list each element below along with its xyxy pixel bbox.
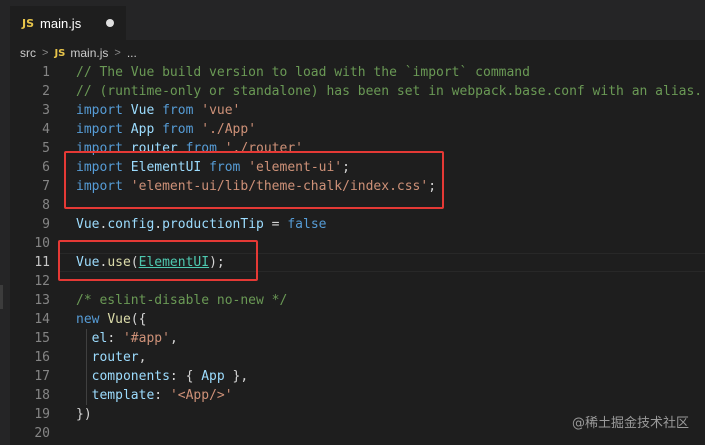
code-line[interactable]: 17 components: { App },	[10, 367, 705, 386]
breadcrumb: src > JS main.js > ...	[20, 44, 137, 62]
code-token: :	[107, 331, 123, 346]
line-number: 13	[34, 293, 50, 308]
code-text: import App from './App'	[76, 120, 256, 139]
line-number: 9	[42, 217, 50, 232]
scroll-marker	[0, 285, 3, 309]
tab-bar: JS main.js	[0, 0, 705, 40]
line-number: 5	[42, 141, 50, 156]
code-token: import	[76, 103, 123, 118]
tab-label: main.js	[40, 15, 82, 31]
line-number: 8	[42, 198, 50, 213]
code-token: // (runtime-only or standalone) has been…	[76, 84, 703, 99]
code-token: from	[162, 103, 194, 118]
code-text: router,	[76, 348, 147, 367]
line-number: 3	[42, 103, 50, 118]
code-token: /* eslint-disable no-new */	[76, 293, 288, 308]
line-number: 1	[42, 65, 50, 80]
breadcrumb-symbols[interactable]: ...	[127, 46, 137, 60]
line-number: 11	[34, 255, 50, 270]
code-line[interactable]: 9 Vue.config.productionTip = false	[10, 215, 705, 234]
code-text: })	[76, 405, 92, 424]
line-number: 19	[34, 407, 50, 422]
line-number: 15	[34, 331, 50, 346]
code-line[interactable]: 1 // The Vue build version to load with t…	[10, 63, 705, 82]
code-token: Vue	[76, 217, 100, 232]
code-token: 'vue'	[201, 103, 241, 118]
breadcrumb-file[interactable]: main.js	[70, 46, 108, 60]
code-text: /* eslint-disable no-new */	[76, 291, 287, 310]
code-token: App	[122, 122, 163, 137]
code-line[interactable]: 18 template: '<App/>'	[10, 386, 705, 405]
code-token: '#app'	[122, 331, 170, 346]
line-number: 20	[34, 426, 50, 441]
breadcrumb-chevron-icon: >	[42, 47, 49, 59]
code-token: ,	[138, 350, 147, 365]
code-token: },	[224, 369, 249, 384]
code-token: import	[76, 122, 123, 137]
code-token: productionTip	[162, 217, 264, 232]
line-number: 4	[42, 122, 50, 137]
code-token: : {	[169, 369, 202, 384]
code-editor[interactable]: 1 // The Vue build version to load with t…	[10, 62, 705, 445]
code-token: false	[287, 217, 327, 232]
code-line[interactable]: 13 /* eslint-disable no-new */	[10, 291, 705, 310]
code-line[interactable]: 2 // (runtime-only or standalone) has bee…	[10, 82, 705, 101]
code-token: })	[76, 407, 92, 422]
code-text: components: { App },	[76, 367, 249, 386]
code-line[interactable]: 4 import App from './App'	[10, 120, 705, 139]
code-text: Vue.config.productionTip = false	[76, 215, 326, 234]
code-token: // The Vue build version to load with th…	[76, 65, 530, 80]
code-token: ,	[169, 331, 178, 346]
code-token: router	[76, 350, 139, 365]
code-text: template: '<App/>'	[76, 386, 233, 405]
annotation-box-vue-use	[58, 240, 258, 281]
code-token: template	[76, 388, 155, 403]
code-token: config	[107, 217, 155, 232]
line-number: 18	[34, 388, 50, 403]
line-number: 2	[42, 84, 50, 99]
code-token: App	[201, 369, 225, 384]
line-number: 16	[34, 350, 50, 365]
annotation-box-imports	[64, 151, 444, 209]
line-number: 12	[34, 274, 50, 289]
code-token: components	[76, 369, 170, 384]
code-token: new	[76, 312, 100, 327]
code-token: Vue	[122, 103, 163, 118]
javascript-file-icon: JS	[54, 47, 66, 59]
code-text: // (runtime-only or standalone) has been…	[76, 82, 702, 101]
code-line[interactable]: 16 router,	[10, 348, 705, 367]
code-token: from	[162, 122, 194, 137]
line-number: 7	[42, 179, 50, 194]
line-number: 14	[34, 312, 50, 327]
editor-gutter-strip	[0, 40, 10, 445]
code-token: ({	[130, 312, 147, 327]
breadcrumb-chevron-icon: >	[114, 47, 121, 59]
code-line[interactable]: 3 import Vue from 'vue'	[10, 101, 705, 120]
line-number: 6	[42, 160, 50, 175]
code-text: // The Vue build version to load with th…	[76, 63, 530, 82]
code-token: el	[76, 331, 108, 346]
code-line[interactable]: 15 el: '#app',	[10, 329, 705, 348]
breadcrumb-folder[interactable]: src	[20, 46, 36, 60]
code-token: Vue	[107, 312, 131, 327]
code-token: './App'	[201, 122, 257, 137]
code-token: .	[154, 217, 163, 232]
code-token: :	[154, 388, 170, 403]
code-text: new Vue({	[76, 310, 146, 329]
code-line[interactable]: 14 new Vue({	[10, 310, 705, 329]
code-text: el: '#app',	[76, 329, 178, 348]
tab-main-js[interactable]: JS main.js	[10, 6, 126, 40]
code-text: import Vue from 'vue'	[76, 101, 240, 120]
unsaved-dot-icon[interactable]	[106, 19, 114, 27]
line-number: 17	[34, 369, 50, 384]
code-token: '<App/>'	[169, 388, 233, 403]
watermark: @稀土掘金技术社区	[571, 416, 689, 431]
line-number: 10	[34, 236, 50, 251]
javascript-file-icon: JS	[22, 16, 35, 30]
code-token: =	[263, 217, 288, 232]
